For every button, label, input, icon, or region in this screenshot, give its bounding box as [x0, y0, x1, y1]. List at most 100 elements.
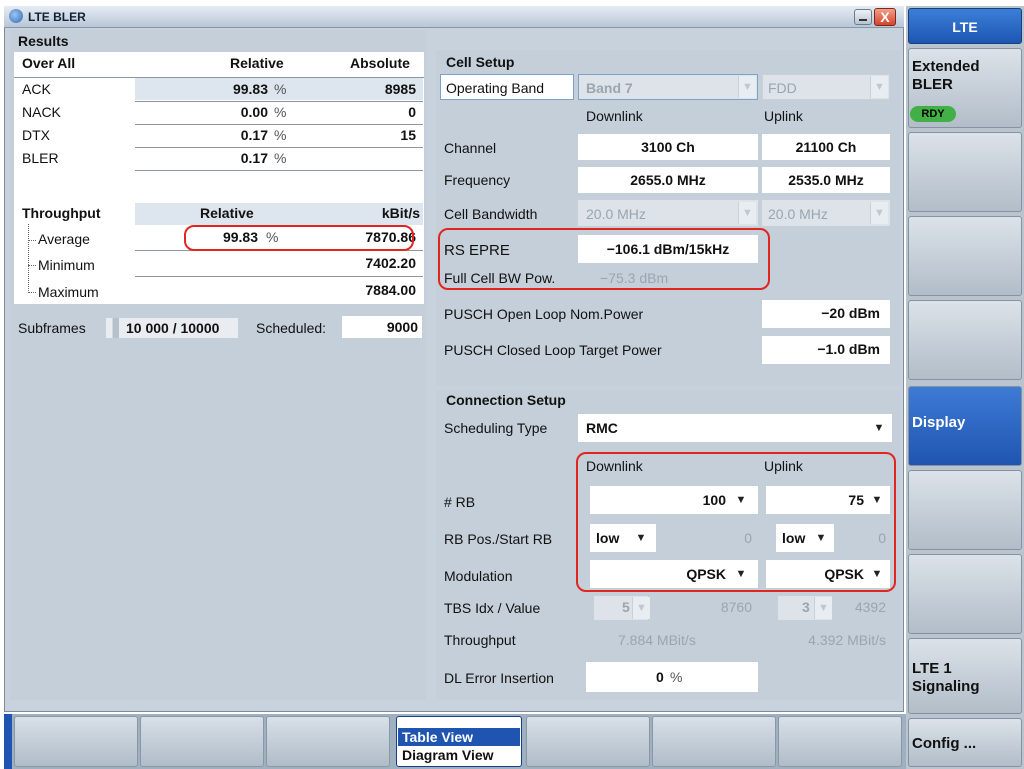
tree-line	[28, 224, 29, 293]
bandwidth-ul-value: 20.0 MHz	[768, 206, 828, 222]
bler-relative: 0.17	[240, 150, 268, 166]
bler-unit: %	[274, 150, 287, 166]
chevron-down-icon: ▼	[632, 597, 650, 619]
divider	[135, 147, 423, 148]
divider	[135, 276, 423, 277]
throughput-header-unit: kBit/s	[381, 205, 420, 221]
nack-relative: 0.00	[240, 104, 268, 120]
rb-pos-label: RB Pos./Start RB	[444, 531, 553, 547]
tbs-value-dl: 8760	[720, 599, 752, 615]
divider	[14, 77, 424, 78]
chevron-down-icon: ▼	[870, 76, 888, 98]
bottom-softkey-2[interactable]	[140, 716, 264, 767]
divider	[135, 170, 423, 171]
window-title: LTE BLER	[28, 10, 86, 24]
table-view-label: Table View	[402, 729, 474, 745]
throughput-minimum-value: 7402.20	[365, 255, 416, 271]
cell-uplink-header: Uplink	[764, 108, 803, 124]
bottom-bar-accent	[4, 714, 12, 769]
cell-downlink-header: Downlink	[586, 108, 643, 124]
throughput-header: Throughput	[22, 205, 101, 221]
modulation-label: Modulation	[444, 568, 513, 584]
tree-line	[28, 265, 36, 266]
bottom-softkey-6[interactable]	[652, 716, 776, 767]
frequency-ul-value: 2535.0 MHz	[788, 172, 864, 188]
tbs-idx-dl-value: 5	[622, 599, 630, 615]
dtx-relative: 0.17	[240, 127, 268, 143]
results-header-absolute: Absolute	[350, 55, 410, 71]
bottom-softkey-1[interactable]	[14, 716, 138, 767]
highlight-oval-connection	[576, 452, 896, 592]
softkey-6[interactable]	[908, 470, 1022, 550]
softkey-7[interactable]	[908, 554, 1022, 634]
diagram-view-label: Diagram View	[402, 747, 494, 763]
scheduling-type-value: RMC	[586, 420, 618, 436]
throughput-average-label: Average	[38, 231, 90, 247]
pusch-closed-loop-label: PUSCH Closed Loop Target Power	[444, 342, 662, 358]
softkey-config-label: Config ...	[912, 735, 977, 752]
rdy-badge: RDY	[910, 106, 956, 122]
highlight-oval-average	[184, 225, 414, 251]
conn-throughput-label: Throughput	[444, 632, 516, 648]
row-label-nack: NACK	[22, 104, 61, 120]
results-heading: Results	[18, 33, 69, 49]
results-header-overall: Over All	[22, 55, 76, 71]
channel-ul-value: 21100 Ch	[795, 139, 857, 155]
pusch-open-loop-label: PUSCH Open Loop Nom.Power	[444, 306, 644, 322]
cell-setup-heading: Cell Setup	[446, 54, 515, 70]
tbs-idx-ul-value: 3	[802, 599, 810, 615]
nack-absolute: 0	[408, 104, 416, 120]
frequency-dl-value: 2655.0 MHz	[630, 172, 706, 188]
divider	[135, 101, 423, 102]
app-icon	[9, 9, 23, 23]
scheduled-value: 9000	[386, 319, 418, 335]
ack-relative: 99.83	[232, 81, 268, 97]
throughput-maximum-label: Maximum	[38, 284, 99, 300]
rb-count-label: # RB	[444, 494, 476, 510]
subframes-label: Subframes	[18, 320, 86, 336]
throughput-dl-value: 7.884 MBit/s	[618, 632, 696, 648]
chevron-down-icon: ▼	[738, 202, 756, 224]
bandwidth-dl-value: 20.0 MHz	[586, 206, 646, 222]
softkey-4[interactable]	[908, 300, 1022, 380]
scheduling-type-select[interactable]	[578, 414, 892, 442]
results-header-relative: Relative	[230, 55, 284, 71]
softkey-3[interactable]	[908, 216, 1022, 296]
dtx-absolute: 15	[400, 127, 416, 143]
frequency-label: Frequency	[444, 172, 511, 188]
nack-unit: %	[274, 104, 287, 120]
row-label-dtx: DTX	[22, 127, 50, 143]
chevron-down-icon: ▼	[738, 76, 756, 98]
cell-bandwidth-label: Cell Bandwidth	[444, 206, 538, 222]
tbs-value-ul: 4392	[854, 599, 886, 615]
bottom-softkey-3[interactable]	[266, 716, 390, 767]
dtx-unit: %	[274, 127, 287, 143]
close-icon[interactable]: X	[874, 8, 896, 26]
softkey-display-label: Display	[912, 414, 966, 431]
channel-label: Channel	[444, 140, 497, 156]
chevron-down-icon: ▼	[870, 202, 888, 224]
lte-header: LTE	[908, 8, 1022, 44]
throughput-header-relative: Relative	[200, 205, 254, 221]
operating-band-label: Operating Band	[446, 80, 545, 96]
pusch-open-loop-value: −20 dBm	[821, 305, 880, 321]
minimize-icon[interactable]	[854, 9, 872, 25]
tree-line	[28, 292, 36, 293]
bottom-softkey-5[interactable]	[526, 716, 650, 767]
bottom-softkey-7[interactable]	[778, 716, 902, 767]
title-bar	[4, 6, 904, 28]
dl-error-unit: %	[670, 669, 683, 685]
scheduled-label: Scheduled:	[256, 320, 327, 336]
softkey-2[interactable]	[908, 132, 1022, 212]
dl-error-value: 0	[656, 669, 664, 685]
dl-error-label: DL Error Insertion	[444, 670, 554, 686]
divider	[135, 124, 423, 125]
throughput-maximum-value: 7884.00	[365, 282, 416, 298]
highlight-oval-rs-epre	[438, 228, 770, 290]
ack-absolute: 8985	[384, 81, 416, 97]
operating-band-value: Band 7	[586, 80, 633, 96]
channel-dl-value: 3100 Ch	[641, 139, 695, 155]
softkey-extended-bler-label: Extended BLER	[912, 58, 980, 93]
throughput-minimum-label: Minimum	[38, 257, 95, 273]
ack-unit: %	[274, 81, 287, 97]
